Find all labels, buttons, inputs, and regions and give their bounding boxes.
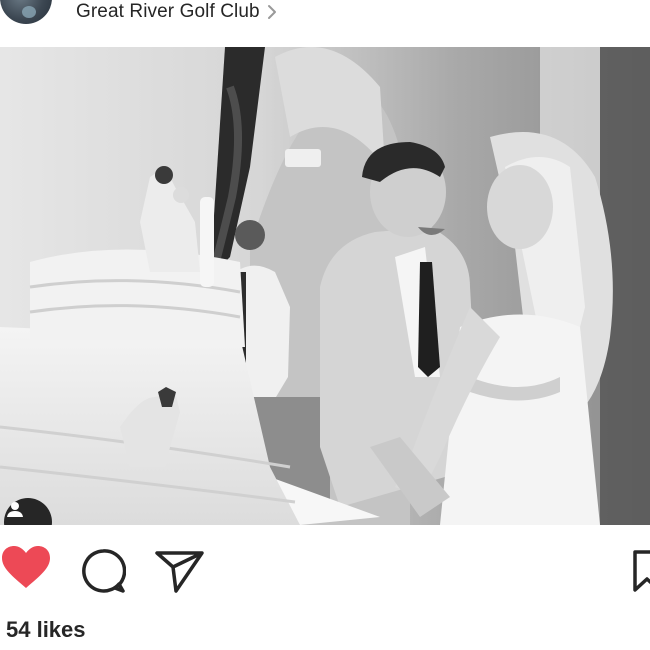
location-link[interactable]: Great River Golf Club: [76, 1, 278, 23]
location-label: Great River Golf Club: [76, 1, 260, 22]
comment-bubble-icon[interactable]: [80, 548, 126, 594]
post-actions-bar: [0, 530, 650, 610]
post-header: Great River Golf Club: [0, 0, 650, 46]
likes-count[interactable]: 54 likes: [6, 617, 86, 643]
post-photo[interactable]: [0, 47, 650, 525]
heart-icon[interactable]: [2, 546, 50, 590]
wedding-photo-illustration: [0, 47, 650, 525]
user-tag-icon: [7, 502, 23, 517]
profile-avatar[interactable]: [0, 0, 52, 24]
chevron-right-icon: [267, 5, 276, 19]
paper-plane-icon[interactable]: [155, 550, 205, 594]
bookmark-icon[interactable]: [632, 550, 650, 594]
